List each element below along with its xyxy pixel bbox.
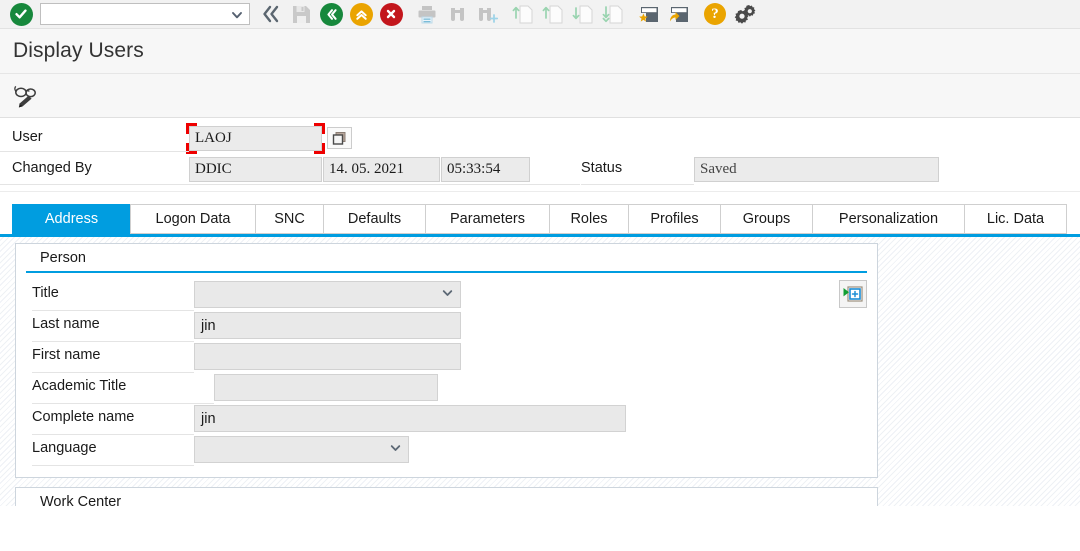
title-label: Title (32, 285, 59, 301)
header-row-divider (0, 151, 189, 152)
first-name-input[interactable] (194, 343, 461, 370)
chevron-down-icon[interactable] (230, 8, 244, 27)
field-row-divider (32, 403, 214, 404)
changed-date-value: 14. 05. 2021 (323, 157, 440, 182)
tab-label: Personalization (838, 211, 939, 227)
tabstrip-container: Address Logon Data SNC Defaults Paramete… (0, 192, 1080, 237)
chevron-down-icon[interactable] (441, 286, 454, 303)
user-label: User (12, 129, 43, 145)
academic-title-label: Academic Title (32, 378, 127, 394)
previous-page-icon (538, 1, 568, 28)
header-row-divider (0, 184, 580, 185)
work-center-panel-title: Work Center (26, 488, 867, 506)
user-input[interactable]: LAOJ (189, 126, 322, 151)
title-dropdown[interactable] (194, 281, 461, 308)
tab-snc[interactable]: SNC (255, 204, 323, 234)
person-panel-title: Person (26, 244, 867, 273)
tab-label: Address (44, 211, 99, 227)
cancel-red-x-icon[interactable] (376, 1, 406, 28)
complete-name-label: Complete name (32, 409, 135, 425)
status-value: Saved (694, 157, 939, 182)
tab-label: SNC (274, 211, 305, 227)
field-row-divider (32, 465, 194, 466)
title-bar: Display Users (0, 29, 1080, 74)
changed-by-value: DDIC (189, 157, 322, 182)
help-icon[interactable]: ? (700, 1, 730, 28)
language-dropdown[interactable] (194, 436, 409, 463)
tab-label: Profiles (650, 211, 699, 227)
find-next-binoculars-icon (472, 1, 502, 28)
tab-personalization[interactable]: Personalization (812, 204, 964, 234)
chevron-down-icon[interactable] (389, 441, 402, 458)
tab-logon-data[interactable]: Logon Data (130, 204, 255, 234)
field-row-divider (32, 434, 194, 435)
tab-content-address: Person Title Last name jin First name Ac… (0, 237, 1080, 506)
back-green-icon[interactable] (316, 1, 346, 28)
tab-label: Roles (570, 211, 608, 227)
insert-personal-data-button[interactable] (839, 280, 867, 308)
application-toolbar (0, 74, 1080, 118)
back-double-chevron-icon[interactable] (256, 1, 286, 28)
exit-up-yellow-icon[interactable] (346, 1, 376, 28)
tab-label: Lic. Data (986, 211, 1045, 227)
create-favorite-icon[interactable] (634, 1, 664, 28)
person-panel: Person Title Last name jin First name Ac… (15, 243, 878, 478)
tab-label: Groups (742, 211, 791, 227)
main-toolbar: ? (0, 0, 1080, 29)
first-name-label: First name (32, 347, 101, 363)
complete-name-input: jin (194, 405, 626, 432)
tab-roles[interactable]: Roles (549, 204, 628, 234)
glasses-pencil-icon[interactable] (10, 81, 44, 111)
print-icon (412, 1, 442, 28)
create-shortcut-icon[interactable] (664, 1, 694, 28)
command-field[interactable] (40, 3, 250, 25)
tab-defaults[interactable]: Defaults (323, 204, 425, 234)
last-page-icon (598, 1, 628, 28)
find-binoculars-icon (442, 1, 472, 28)
page-title: Display Users (13, 39, 144, 62)
field-row-divider (32, 341, 194, 342)
header-row-divider (581, 184, 694, 185)
tab-parameters[interactable]: Parameters (425, 204, 549, 234)
work-center-panel: Work Center (15, 487, 878, 506)
multiple-selection-button[interactable] (327, 127, 352, 149)
tab-groups[interactable]: Groups (720, 204, 812, 234)
last-name-label: Last name (32, 316, 100, 332)
tab-profiles[interactable]: Profiles (628, 204, 720, 234)
save-disk-icon (286, 1, 316, 28)
next-page-icon (568, 1, 598, 28)
customize-gear-icon[interactable] (730, 1, 760, 28)
tab-label: Logon Data (155, 211, 231, 227)
language-label: Language (32, 440, 97, 456)
user-header-form: User LAOJ Changed By DDIC 14. 05. 2021 0… (0, 118, 1080, 192)
first-page-icon (508, 1, 538, 28)
tab-label: Parameters (450, 211, 525, 227)
status-label: Status (581, 160, 623, 176)
academic-title-input[interactable] (214, 374, 438, 401)
last-name-input[interactable]: jin (194, 312, 461, 339)
tab-label: Defaults (347, 211, 402, 227)
changed-by-label: Changed By (12, 160, 92, 176)
field-row-divider (32, 310, 194, 311)
field-row-divider (32, 372, 194, 373)
enter-ok-icon[interactable] (6, 1, 36, 28)
tab-lic-data[interactable]: Lic. Data (964, 204, 1067, 234)
changed-time-value: 05:33:54 (441, 157, 530, 182)
tab-address[interactable]: Address (12, 204, 130, 234)
command-input[interactable] (41, 5, 221, 23)
tabstrip: Address Logon Data SNC Defaults Paramete… (0, 204, 1080, 234)
